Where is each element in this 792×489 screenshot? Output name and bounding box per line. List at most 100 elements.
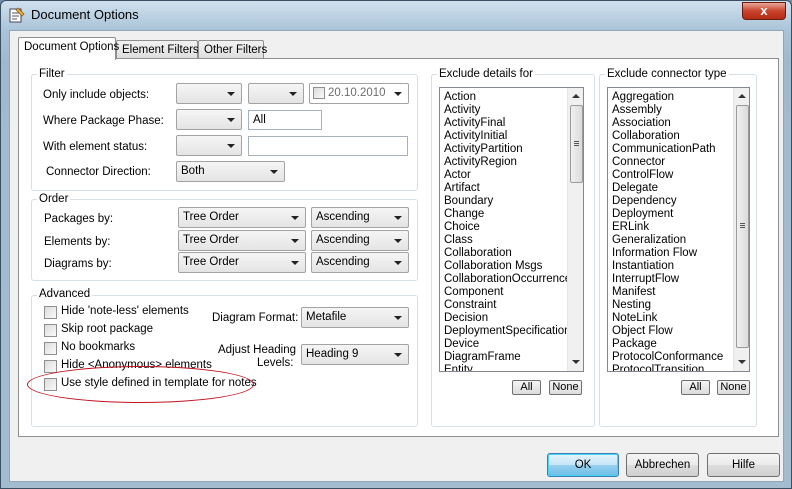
order-group-title: Order <box>37 193 71 205</box>
list-item[interactable]: Deployment <box>612 208 673 221</box>
list-item[interactable]: Artifact <box>444 182 480 195</box>
list-item[interactable]: Information Flow <box>612 247 697 260</box>
list-item[interactable]: Activity <box>444 104 480 117</box>
list-item[interactable]: Nesting <box>612 299 651 312</box>
scroll-up-icon[interactable] <box>738 94 746 98</box>
grip-icon <box>574 145 579 146</box>
diagram-format-combo[interactable]: Metafile <box>301 307 409 328</box>
cancel-button[interactable]: Abbrechen <box>626 453 699 477</box>
title-bar[interactable]: Document Options x <box>1 1 791 29</box>
elements-order-combo[interactable]: Tree Order <box>178 230 306 251</box>
list-item[interactable]: NoteLink <box>612 312 657 325</box>
vertical-scrollbar[interactable] <box>567 88 583 371</box>
date-enable-checkbox[interactable] <box>313 87 325 99</box>
list-item[interactable]: Collaboration <box>612 130 680 143</box>
chevron-down-icon <box>227 118 235 122</box>
element-status-combo[interactable] <box>176 135 242 156</box>
element-status-input[interactable] <box>248 136 408 156</box>
list-item[interactable]: Entity <box>444 364 473 371</box>
hide-anonymous-checkbox[interactable] <box>44 360 57 373</box>
list-item[interactable]: Actor <box>444 169 471 182</box>
skip-root-checkbox[interactable] <box>44 324 57 337</box>
list-item[interactable]: Connector <box>612 156 665 169</box>
include-objects-combo-1[interactable] <box>176 83 242 104</box>
list-item[interactable]: ActivityInitial <box>444 130 507 143</box>
packages-direction-combo[interactable]: Ascending <box>311 207 409 228</box>
scroll-thumb[interactable] <box>736 105 749 348</box>
scroll-down-icon[interactable] <box>738 360 746 364</box>
list-item[interactable]: Constraint <box>444 299 496 312</box>
list-item[interactable]: Aggregation <box>612 91 674 104</box>
chevron-down-icon <box>394 92 402 96</box>
combo-value: Tree Order <box>183 256 239 268</box>
package-phase-input[interactable]: All <box>248 110 322 130</box>
list-item[interactable]: Package <box>612 338 657 351</box>
tab-label: Other Filters <box>204 44 268 56</box>
list-item[interactable]: CollaborationOccurrence <box>444 273 571 286</box>
list-item[interactable]: InterruptFlow <box>612 273 679 286</box>
date-picker[interactable]: 20.10.2010 <box>309 83 409 104</box>
list-item[interactable]: Object Flow <box>612 325 673 338</box>
include-objects-combo-2[interactable] <box>248 83 304 104</box>
list-item[interactable]: Assembly <box>612 104 662 117</box>
list-item[interactable]: Generalization <box>612 234 686 247</box>
heading-levels-combo[interactable]: Heading 9 <box>301 344 409 365</box>
grip-icon <box>740 227 745 228</box>
list-item[interactable]: Decision <box>444 312 488 325</box>
ok-button[interactable]: OK <box>547 453 619 477</box>
exclude-details-list[interactable]: Action Activity ActivityFinal ActivityIniti… <box>439 87 584 372</box>
tab-element-filters[interactable]: Element Filters <box>116 40 199 60</box>
list-item[interactable]: Instantiation <box>612 260 674 273</box>
list-item[interactable]: Association <box>612 117 671 130</box>
exclude-details-none-button[interactable]: None <box>549 380 582 395</box>
list-item[interactable]: ERLink <box>612 221 649 234</box>
list-item[interactable]: Delegate <box>612 182 658 195</box>
list-item[interactable]: Boundary <box>444 195 493 208</box>
list-item[interactable]: Component <box>444 286 503 299</box>
list-item[interactable]: Collaboration Msgs <box>444 260 542 273</box>
list-item[interactable]: ProtocolConformance <box>612 351 723 364</box>
tab-other-filters[interactable]: Other Filters <box>198 40 268 60</box>
exclude-details-all-button[interactable]: All <box>512 380 541 395</box>
list-item[interactable]: Manifest <box>612 286 655 299</box>
scroll-up-icon[interactable] <box>572 94 580 98</box>
combo-value: Tree Order <box>183 211 239 223</box>
chevron-down-icon <box>270 170 278 174</box>
list-item[interactable]: Choice <box>444 221 480 234</box>
diagrams-order-combo[interactable]: Tree Order <box>178 252 306 273</box>
list-item[interactable]: ActivityRegion <box>444 156 517 169</box>
list-item[interactable]: ActivityPartition <box>444 143 523 156</box>
list-item[interactable]: Action <box>444 91 476 104</box>
diagrams-direction-combo[interactable]: Ascending <box>311 252 409 273</box>
tab-document-options[interactable]: Document Options <box>18 37 119 60</box>
no-bookmarks-checkbox[interactable] <box>44 342 57 355</box>
list-item[interactable]: CommunicationPath <box>612 143 716 156</box>
package-phase-combo[interactable] <box>176 109 242 130</box>
close-button[interactable]: x <box>742 2 786 20</box>
connector-direction-label: Connector Direction: <box>46 166 151 178</box>
chevron-down-icon <box>227 144 235 148</box>
scroll-thumb[interactable] <box>570 105 583 183</box>
hide-noteless-checkbox[interactable] <box>44 306 57 319</box>
exclude-connector-none-button[interactable]: None <box>717 380 750 395</box>
hide-noteless-label: Hide 'note-less' elements <box>61 305 189 317</box>
help-button[interactable]: Hilfe <box>707 453 780 477</box>
list-item[interactable]: Class <box>444 234 473 247</box>
list-item[interactable]: ControlFlow <box>612 169 673 182</box>
elements-direction-combo[interactable]: Ascending <box>311 230 409 251</box>
exclude-connector-list[interactable]: Aggregation Assembly Association Collaborat… <box>607 87 750 372</box>
list-item[interactable]: Change <box>444 208 484 221</box>
list-item[interactable]: DiagramFrame <box>444 351 521 364</box>
packages-order-combo[interactable]: Tree Order <box>178 207 306 228</box>
list-item[interactable]: ActivityFinal <box>444 117 505 130</box>
list-item[interactable]: Dependency <box>612 195 677 208</box>
list-item[interactable]: Collaboration <box>444 247 512 260</box>
packages-by-label: Packages by: <box>44 213 114 225</box>
exclude-connector-all-button[interactable]: All <box>681 380 710 395</box>
list-item[interactable]: ProtocolTransition <box>612 364 704 371</box>
list-item[interactable]: DeploymentSpecification <box>444 325 571 338</box>
scroll-down-icon[interactable] <box>572 360 580 364</box>
connector-direction-combo[interactable]: Both <box>176 161 285 182</box>
vertical-scrollbar[interactable] <box>733 88 749 371</box>
list-item[interactable]: Device <box>444 338 479 351</box>
